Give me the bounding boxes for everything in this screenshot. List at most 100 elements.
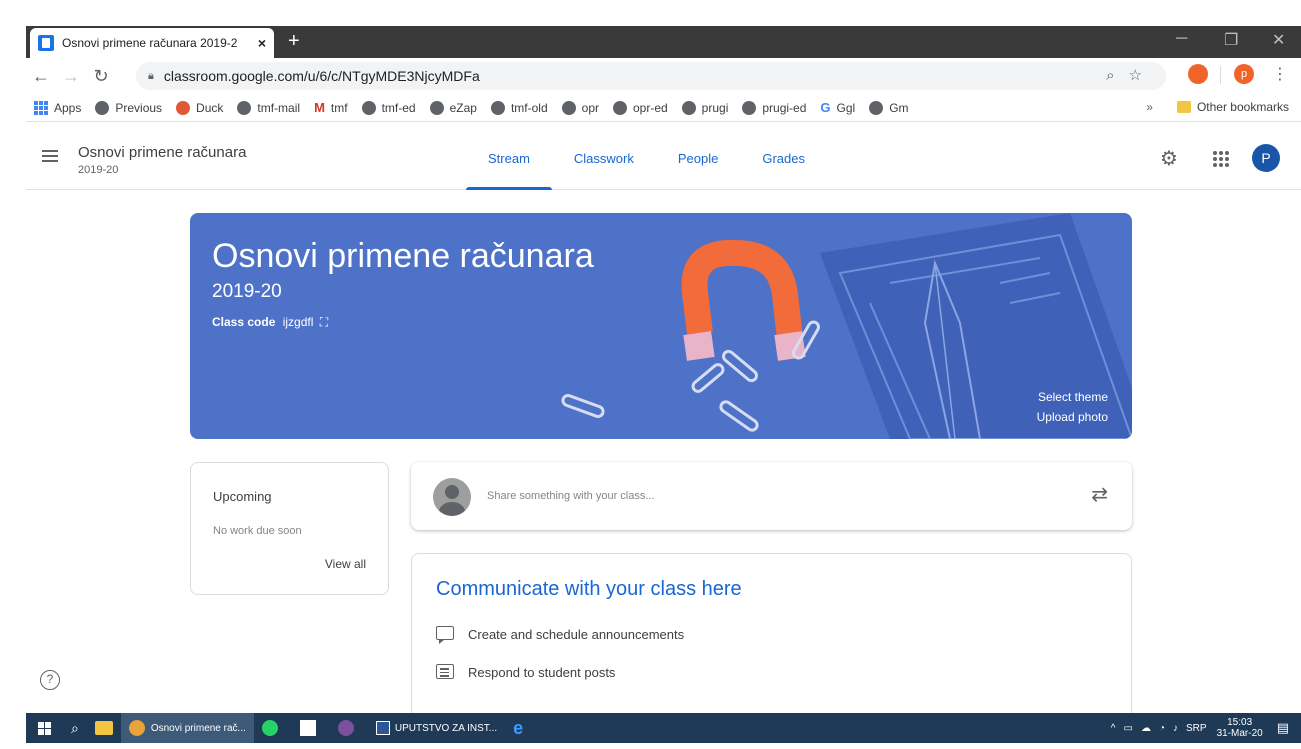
share-box[interactable]: Share something with your class... ⇄ [411,462,1132,530]
close-window-icon[interactable]: ✕ [1272,30,1285,50]
bookmark-opr-ed[interactable]: opr-ed [612,100,668,115]
restore-icon[interactable]: ❐ [1224,30,1238,50]
settings-gear-icon[interactable]: ⚙ [1160,146,1178,171]
paperclip-icon [691,363,725,393]
bookmark-prugi-ed[interactable]: prugi-ed [742,100,806,115]
back-icon[interactable]: ← [26,66,56,87]
store-icon [299,720,316,736]
banner-class-title: Osnovi primene računara [212,237,594,275]
tray-overflow-icon[interactable]: ^ [1111,723,1116,734]
toolbar-divider [1220,66,1221,84]
communicate-title: Communicate with your class here [436,578,742,600]
banner-links: Select theme Upload photo [1037,387,1108,427]
classroom-favicon-icon [38,35,54,51]
new-tab-button[interactable]: + [288,30,300,53]
globe-icon [681,100,696,115]
whatsapp-icon [261,720,278,736]
bookmark-ggl[interactable]: G Ggl [820,100,855,115]
omnibox[interactable]: 🔒︎ classroom.google.com/u/6/c/NTgyMDE3Nj… [136,62,1166,90]
bookmark-tmf-old[interactable]: tmf-old [490,100,548,115]
viber-button[interactable] [330,713,368,743]
folder-icon [94,721,113,735]
communicate-item: Create and schedule announcements [436,626,684,644]
folder-icon [1176,101,1191,113]
edge-icon[interactable]: e [505,713,531,743]
zoom-icon[interactable]: ⌕ [1106,67,1128,84]
select-theme-link[interactable]: Select theme [1037,387,1108,407]
file-explorer-button[interactable] [87,713,121,743]
tab-people[interactable]: People [656,124,740,190]
taskbar-word-item[interactable]: UPUTSTVO ZA INST... [368,713,505,743]
browser-tab[interactable]: Osnovi primene računara 2019-2 × [30,28,274,58]
bookmark-tmf-ed[interactable]: tmf-ed [361,100,416,115]
class-section: 2019-20 [78,164,119,176]
class-code-row: Class code ijzgdfl ⛶ [212,315,328,330]
class-name[interactable]: Osnovi primene računara [78,144,246,161]
duck-icon [176,100,191,115]
whatsapp-button[interactable] [254,713,292,743]
start-button[interactable] [26,713,63,743]
bookmark-star-icon[interactable]: ☆ [1129,67,1156,84]
bookmark-gm[interactable]: Gm [869,100,909,115]
google-icon: G [820,100,831,115]
bookmarks-bar: Apps Previous Duck tmf-mail Mtmf tmf-ed … [26,94,1301,122]
share-input[interactable]: Share something with your class... [487,490,655,502]
globe-icon [612,100,627,115]
bookmarks-right: » Other bookmarks [1146,100,1289,114]
store-button[interactable] [292,713,330,743]
bookmark-duck[interactable]: Duck [176,100,223,115]
clock[interactable]: 15:03 31-Mar-20 [1217,717,1263,739]
help-icon[interactable]: ? [40,670,60,690]
paperclip-icon [719,400,759,432]
browser-tab-title: Osnovi primene računara 2019-2 [62,36,238,50]
google-apps-icon[interactable] [1213,151,1229,167]
tab-grades[interactable]: Grades [740,124,827,190]
upcoming-title: Upcoming [213,489,272,504]
bookmark-tmf[interactable]: Mtmf [314,100,348,115]
minimize-icon[interactable]: ─ [1176,30,1187,48]
gmail-icon: M [314,100,325,115]
bookmark-apps[interactable]: Apps [34,100,81,115]
viber-icon [337,720,354,736]
class-code-value[interactable]: ijzgdfl [283,315,314,329]
bookmark-opr[interactable]: opr [561,100,599,115]
profile-avatar[interactable]: p [1234,64,1254,84]
banner-year: 2019-20 [212,281,282,302]
fullscreen-icon[interactable]: ⛶ [320,315,328,329]
globe-icon [237,100,252,115]
view-all-link[interactable]: View all [325,557,366,571]
tab-close-icon[interactable]: × [258,35,266,51]
search-icon[interactable]: ⌕ [63,713,87,743]
bookmark-prugi[interactable]: prugi [681,100,728,115]
globe-icon [490,100,505,115]
clock-date: 31-Mar-20 [1216,728,1263,739]
tab-classwork[interactable]: Classwork [552,124,656,190]
volume-icon[interactable]: ♪ [1173,723,1178,734]
bookmarks-overflow-button[interactable]: » [1146,100,1153,114]
lock-icon[interactable]: 🔒︎ [148,70,154,83]
chat-bubble-icon [436,626,454,644]
onedrive-icon[interactable]: ☁ [1141,723,1151,734]
classroom-header: Osnovi primene računara 2019-20 Stream C… [26,124,1301,190]
chrome-menu-icon[interactable]: ⋮ [1272,64,1288,84]
reuse-post-icon[interactable]: ⇄ [1091,482,1108,507]
bookmark-previous[interactable]: Previous [95,100,162,115]
address-bar-row: ← → ↻ 🔒︎ classroom.google.com/u/6/c/NTgy… [26,58,1301,94]
main-menu-icon[interactable] [42,150,58,165]
wifi-icon[interactable]: ◔ [1159,723,1165,734]
duckduckgo-extension-icon[interactable] [1188,64,1208,84]
network-icon[interactable]: ▭ [1124,723,1133,734]
forward-icon[interactable]: → [56,66,86,87]
reload-icon[interactable]: ↻ [86,66,116,87]
taskbar-chrome-item[interactable]: Osnovi primene rač... [120,713,254,743]
bookmark-tmf-mail[interactable]: tmf-mail [237,100,300,115]
other-bookmarks[interactable]: Other bookmarks [1197,100,1289,114]
bookmark-ezap[interactable]: eZap [429,100,477,115]
account-avatar[interactable]: P [1252,144,1280,172]
upload-photo-link[interactable]: Upload photo [1037,407,1108,427]
language-indicator[interactable]: SRP [1186,723,1207,734]
notifications-icon[interactable]: ▤ [1277,720,1289,736]
user-avatar-icon [433,478,471,516]
tab-stream[interactable]: Stream [466,124,552,190]
url-text[interactable]: classroom.google.com/u/6/c/NTgyMDE3NjcyM… [164,68,480,84]
